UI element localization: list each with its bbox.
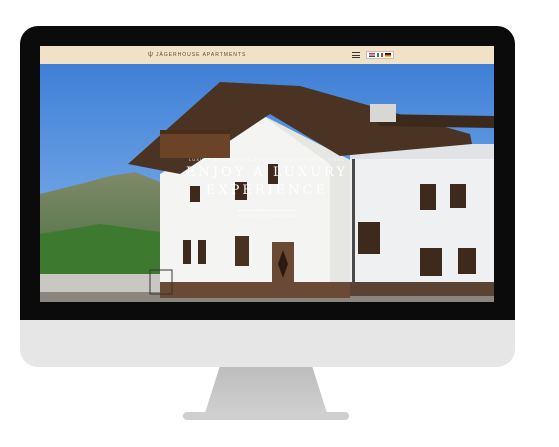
site-header: ψ Jägerhouse Apartments: [40, 46, 494, 64]
logo-text: Jägerhouse Apartments: [156, 52, 247, 58]
hamburger-menu-icon[interactable]: [352, 52, 360, 58]
hero-title-line1: Enjoy a Luxury: [185, 165, 349, 180]
booking-cta-button[interactable]: Direkt zur Buchung: [238, 210, 296, 218]
flag-it-icon[interactable]: [377, 53, 383, 57]
flag-de-icon[interactable]: [385, 53, 391, 57]
deer-antler-icon: ψ: [148, 51, 153, 58]
site-logo[interactable]: ψ Jägerhouse Apartments: [148, 50, 246, 60]
monitor-stand-neck: [205, 367, 327, 413]
hero-section: Luxury Apartments & Ferienwohnungen in T…: [40, 64, 494, 302]
hero-title-line2: Experience: [205, 183, 329, 198]
flag-en-icon[interactable]: [369, 53, 375, 57]
hero-text-block: Luxury Apartments & Ferienwohnungen in T…: [40, 158, 494, 222]
language-switcher: [366, 51, 394, 59]
website-screen: ψ Jägerhouse Apartments: [40, 46, 494, 302]
monitor-stand-base: [183, 412, 349, 420]
hero-subtitle: Luxury Apartments & Ferienwohnungen in T…: [189, 158, 345, 162]
